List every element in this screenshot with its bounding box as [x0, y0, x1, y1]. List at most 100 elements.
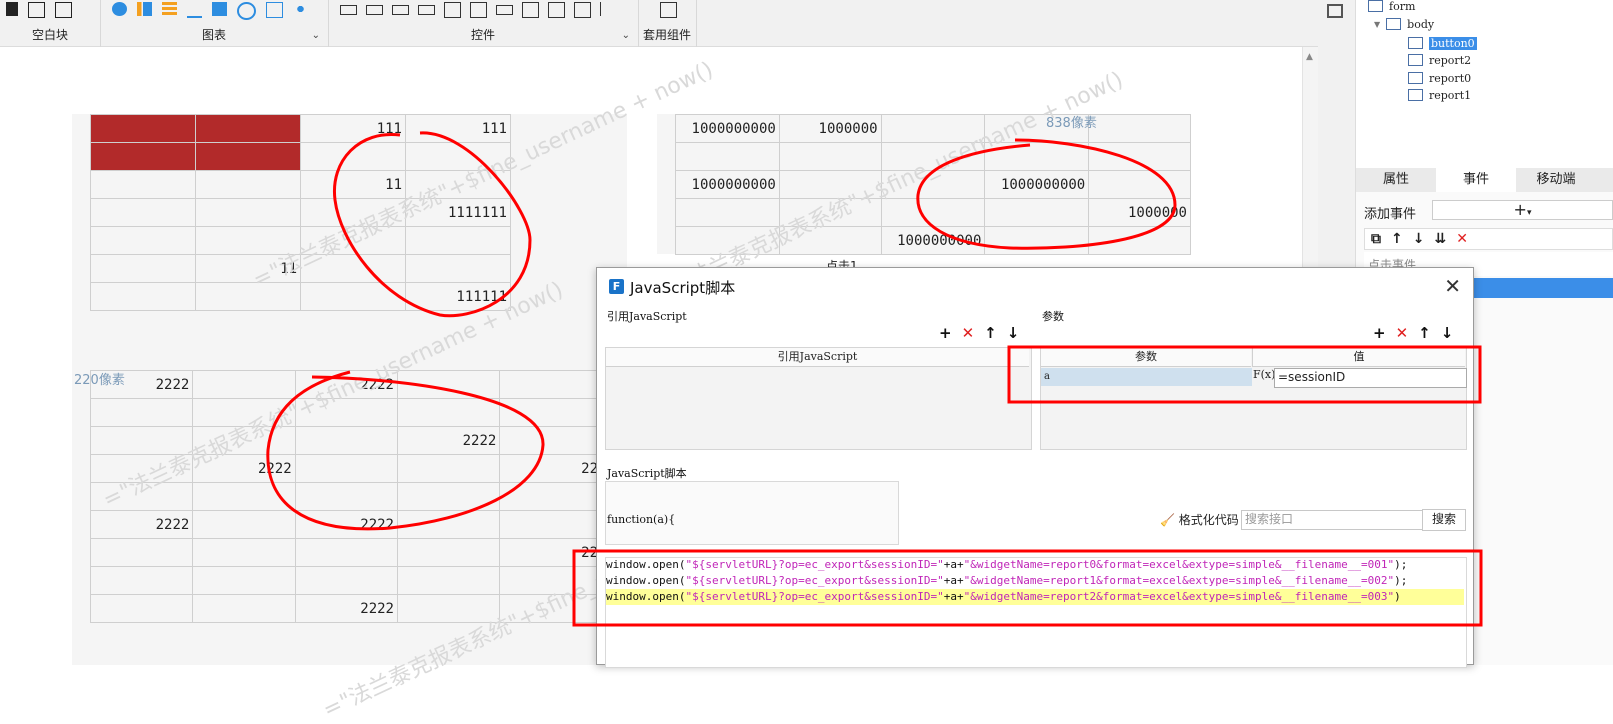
- table-cell[interactable]: 1000000000: [880, 226, 986, 255]
- param-value-input[interactable]: =sessionID: [1274, 368, 1467, 388]
- tree-item-body[interactable]: ▼ body: [1374, 16, 1434, 32]
- format-code-button[interactable]: 🧹 格式化代码: [1160, 511, 1239, 528]
- table-cell[interactable]: [984, 226, 1090, 255]
- table-cell[interactable]: [90, 142, 196, 171]
- table-cell[interactable]: 11: [300, 170, 406, 199]
- table-cell[interactable]: 2222: [396, 426, 501, 455]
- table-cell[interactable]: [192, 538, 296, 567]
- blank-block-icon[interactable]: [6, 2, 18, 16]
- add-event-button[interactable]: +▾: [1432, 200, 1613, 220]
- button-widget-icon[interactable]: [340, 5, 357, 15]
- table-cell[interactable]: [192, 510, 296, 539]
- delete-icon[interactable]: ✕: [1456, 231, 1468, 247]
- table-cell[interactable]: [195, 198, 301, 227]
- date-widget-icon[interactable]: [444, 2, 461, 18]
- tab-mobile[interactable]: 移动端: [1516, 168, 1596, 192]
- table-cell[interactable]: [300, 142, 406, 171]
- table-cell[interactable]: [192, 370, 296, 399]
- table-cell[interactable]: 22: [499, 538, 602, 567]
- table-cell[interactable]: 1000000000: [984, 170, 1090, 199]
- layout-icon[interactable]: [1327, 4, 1343, 18]
- table-cell[interactable]: [90, 254, 196, 283]
- table-cell[interactable]: [675, 142, 780, 171]
- table-cell[interactable]: [1088, 114, 1191, 143]
- table-cell[interactable]: [499, 482, 602, 511]
- table-cell[interactable]: [396, 482, 501, 511]
- table-cell[interactable]: [396, 538, 501, 567]
- chevron-down-icon[interactable]: ⌄: [622, 30, 630, 41]
- table-cell[interactable]: [294, 538, 398, 567]
- line-chart-icon[interactable]: [187, 2, 202, 18]
- table-cell[interactable]: [294, 566, 398, 595]
- move-up-icon[interactable]: ↑: [1391, 231, 1403, 247]
- table-cell[interactable]: 1000000000: [675, 114, 780, 143]
- table-cell[interactable]: 1000000: [778, 114, 882, 143]
- combobox-widget-icon[interactable]: [418, 5, 435, 15]
- split-block-icon[interactable]: [28, 2, 45, 18]
- table-cell[interactable]: [499, 370, 602, 399]
- table-cell[interactable]: 111: [405, 114, 511, 143]
- bar-chart-icon[interactable]: [137, 2, 152, 16]
- table-cell[interactable]: [778, 142, 882, 171]
- table-cell[interactable]: [1088, 142, 1191, 171]
- table-cell[interactable]: [90, 226, 196, 255]
- tree-item-button0[interactable]: button0: [1408, 35, 1477, 51]
- code-line-2[interactable]: window.open("${servletURL}?op=ec_export&…: [606, 574, 1407, 587]
- table-cell[interactable]: [90, 170, 196, 199]
- label-widget-icon[interactable]: [366, 5, 383, 15]
- checkbox-widget-icon[interactable]: [574, 2, 591, 18]
- component-icon[interactable]: [660, 2, 677, 18]
- table-cell[interactable]: [192, 594, 296, 623]
- hbar-chart-icon[interactable]: [162, 2, 177, 16]
- chevron-down-icon[interactable]: ▼: [1374, 20, 1380, 29]
- table-cell[interactable]: [984, 198, 1090, 227]
- table-cell[interactable]: [195, 282, 301, 311]
- table-cell[interactable]: [89, 538, 194, 567]
- gauge-chart-icon[interactable]: [237, 2, 256, 20]
- table-cell[interactable]: [192, 482, 296, 511]
- move-bottom-icon[interactable]: ⇊: [1434, 231, 1446, 247]
- table-cell[interactable]: 111: [300, 114, 406, 143]
- table-cell[interactable]: [300, 282, 406, 311]
- table-cell[interactable]: [396, 398, 501, 427]
- table-cell[interactable]: 2222: [89, 510, 194, 539]
- table-cell[interactable]: 1000000000: [675, 170, 780, 199]
- table-cell[interactable]: [499, 398, 602, 427]
- table-cell[interactable]: 2222: [294, 594, 398, 623]
- tab-property[interactable]: 属性: [1356, 168, 1436, 192]
- radio-widget-icon[interactable]: [548, 2, 565, 18]
- tab-event[interactable]: 事件: [1436, 168, 1516, 192]
- search-button[interactable]: 搜索: [1422, 509, 1466, 531]
- chevron-down-icon[interactable]: ⌄: [312, 30, 320, 41]
- table-cell[interactable]: [89, 398, 194, 427]
- tree-item-report1[interactable]: report1: [1408, 87, 1471, 103]
- area-chart-icon[interactable]: [212, 2, 227, 16]
- move-down-icon[interactable]: ↓: [1441, 324, 1454, 342]
- table-cell[interactable]: [294, 482, 398, 511]
- table-cell[interactable]: [294, 454, 398, 483]
- grid-block-icon[interactable]: [55, 2, 72, 18]
- table-cell[interactable]: [90, 198, 196, 227]
- table-cell[interactable]: [294, 426, 398, 455]
- delete-icon[interactable]: ✕: [962, 324, 975, 342]
- scroll-up-icon[interactable]: ▲: [1306, 52, 1313, 62]
- copy-icon[interactable]: ⧉: [1371, 231, 1381, 247]
- event-selection-bar[interactable]: [1474, 278, 1613, 298]
- table-cell[interactable]: [1088, 226, 1191, 255]
- move-down-icon[interactable]: ↓: [1007, 324, 1020, 342]
- number-widget-icon[interactable]: [496, 5, 513, 15]
- tree-item-form[interactable]: form: [1368, 0, 1415, 14]
- table-cell[interactable]: [499, 510, 602, 539]
- table-cell[interactable]: 2222: [294, 510, 398, 539]
- scatter-chart-icon[interactable]: [293, 2, 308, 16]
- table-cell[interactable]: [90, 114, 196, 143]
- table-cell[interactable]: [405, 254, 511, 283]
- formula-icon[interactable]: F(x): [1253, 368, 1275, 381]
- table-cell[interactable]: 1000000: [1088, 198, 1191, 227]
- delete-icon[interactable]: ✕: [1396, 324, 1409, 342]
- table-widget-icon[interactable]: [470, 2, 487, 18]
- table-cell[interactable]: [89, 566, 194, 595]
- tree-item-report0[interactable]: report0: [1408, 70, 1471, 86]
- pie-chart-icon[interactable]: [112, 2, 127, 16]
- tree-item-report2[interactable]: report2: [1408, 52, 1471, 68]
